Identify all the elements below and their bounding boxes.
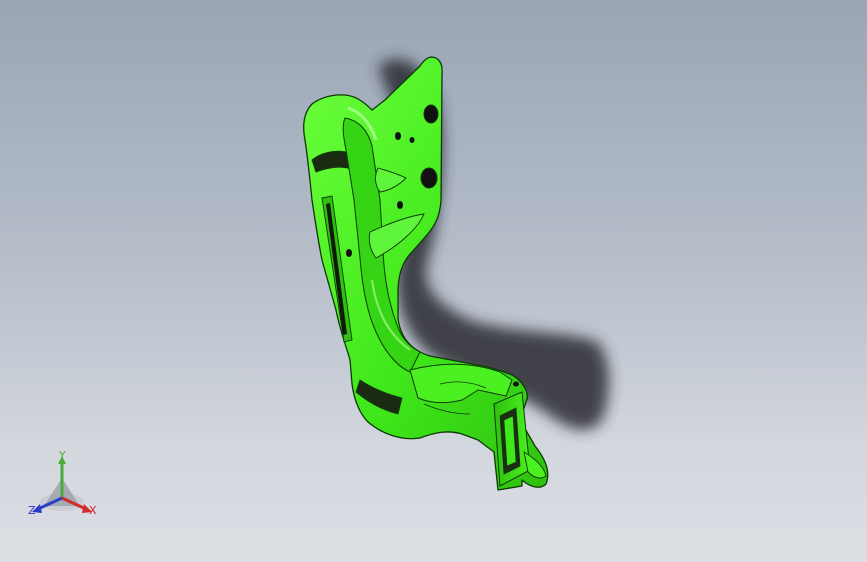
small-hole (409, 137, 415, 143)
small-hole (346, 249, 352, 257)
middle-hole (420, 167, 438, 189)
view-orientation-triad[interactable]: Y X Z (22, 448, 106, 524)
upper-hole (423, 104, 439, 124)
small-hole (397, 201, 403, 209)
small-hole (395, 132, 401, 140)
tab-hole (513, 381, 519, 387)
model-view[interactable] (0, 0, 867, 562)
y-axis-label: Y (59, 449, 66, 462)
z-axis-label: Z (28, 504, 36, 517)
graphics-viewport[interactable]: Y X Z (0, 0, 867, 562)
x-axis-label: X (89, 504, 97, 517)
